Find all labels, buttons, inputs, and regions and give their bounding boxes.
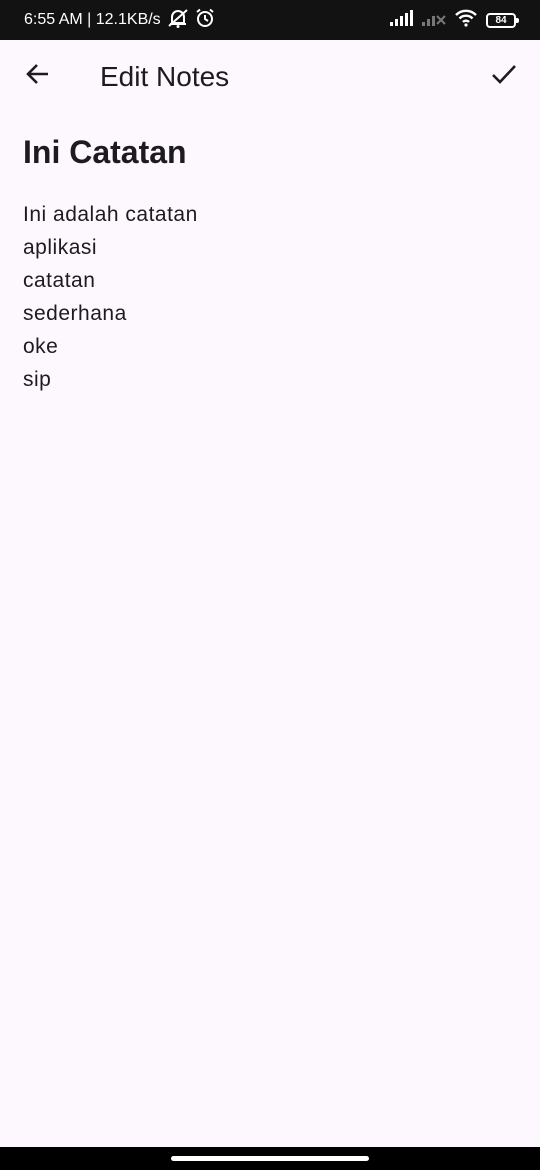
note-body-line: Ini adalah catatan	[23, 203, 198, 226]
note-body-line: sip	[23, 368, 52, 391]
note-body-line: catatan	[23, 269, 96, 292]
check-icon	[490, 60, 518, 93]
save-button[interactable]	[482, 54, 526, 98]
home-indicator[interactable]	[171, 1156, 369, 1161]
status-left: 6:55 AM | 12.1KB/s	[24, 8, 215, 33]
note-body-line: aplikasi	[23, 236, 98, 259]
note-body-line: sederhana	[23, 302, 127, 325]
note-body-field[interactable]: Ini adalah catatan aplikasi catatan sede…	[23, 198, 517, 1078]
page-title: Edit Notes	[100, 61, 230, 92]
back-button[interactable]	[16, 54, 60, 98]
wifi-icon	[454, 9, 478, 32]
mute-bell-icon	[167, 8, 189, 33]
alarm-icon	[195, 8, 215, 33]
arrow-back-icon	[24, 60, 52, 93]
status-bar: 6:55 AM | 12.1KB/s 84	[0, 0, 540, 40]
status-right: 84	[390, 9, 519, 32]
navigation-bar	[0, 1147, 540, 1170]
status-time: 6:55 AM | 12.1KB/s	[24, 11, 161, 28]
battery-icon: 84	[486, 12, 519, 28]
signal-icon	[390, 9, 414, 31]
app-bar: Edit Notes	[0, 40, 540, 116]
note-title-field[interactable]: Ini Catatan	[23, 130, 517, 174]
note-body-line: oke	[23, 335, 59, 358]
battery-level: 84	[495, 14, 507, 26]
signal-no-sim-icon	[422, 10, 446, 31]
